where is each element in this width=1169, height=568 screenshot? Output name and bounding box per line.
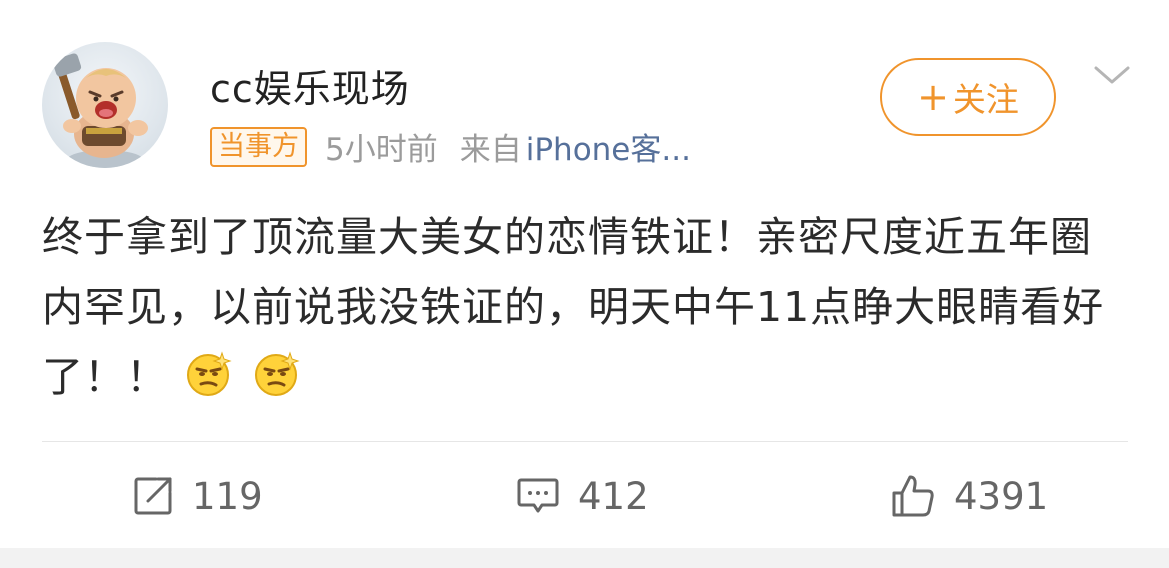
- follow-label: 关注: [952, 80, 1019, 119]
- role-badge: 当事方: [210, 126, 307, 167]
- repost-count: 119: [192, 474, 263, 518]
- source-link[interactable]: iPhone客...: [526, 124, 691, 169]
- repost-button[interactable]: 119: [132, 468, 263, 524]
- post-time: 5小时前: [325, 132, 438, 168]
- repost-icon: [134, 477, 172, 515]
- like-icon: [892, 475, 934, 517]
- feed-separator: [0, 548, 1169, 568]
- like-count: 4391: [954, 474, 1049, 518]
- plus-icon: +: [917, 75, 949, 119]
- like-button[interactable]: 4391: [890, 468, 1048, 524]
- baby-warrior-avatar-image: [52, 53, 148, 168]
- comment-button[interactable]: 412: [516, 468, 649, 524]
- post-meta: 当事方 5小时前 来自 iPhone客...: [210, 124, 691, 169]
- author-name[interactable]: cc娱乐现场: [210, 58, 410, 113]
- avatar[interactable]: [42, 42, 168, 168]
- source-prefix: 来自: [459, 132, 522, 168]
- follow-button[interactable]: + 关注: [880, 58, 1056, 136]
- smirk-emoji: [187, 351, 232, 396]
- chevron-down-icon[interactable]: [1092, 62, 1132, 88]
- comment-count: 412: [578, 474, 649, 518]
- smirk-emoji: [255, 351, 300, 396]
- post-body: 终于拿到了顶流量大美女的恋情铁证！亲密尺度近五年圈内罕见，以前说我没铁证的，明天…: [42, 202, 1132, 412]
- divider: [42, 441, 1128, 442]
- comment-icon: [517, 478, 559, 513]
